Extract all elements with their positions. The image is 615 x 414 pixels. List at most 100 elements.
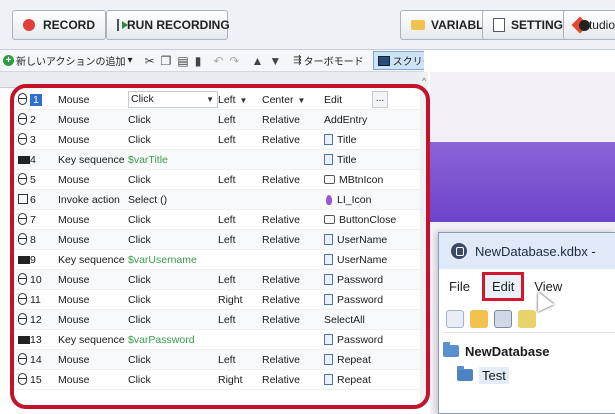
copy-icon[interactable]: ❐ xyxy=(158,54,175,68)
undo-icon[interactable]: ↶ xyxy=(210,54,226,68)
action-row[interactable]: 12 Mouse Click Left Relative SelectAll xyxy=(12,310,422,330)
screenshot-icon xyxy=(377,55,390,66)
click-position: Relative xyxy=(262,170,322,190)
record-button[interactable]: RECORD xyxy=(12,10,107,40)
action-value: Click xyxy=(128,210,218,230)
action-row[interactable]: 3 Mouse Click Left Relative Title xyxy=(12,130,422,150)
turbo-mode-button[interactable]: ⇶ ターボモード xyxy=(290,53,366,68)
action-row[interactable]: 7 Mouse Click Left Relative ButtonClose xyxy=(12,210,422,230)
click-position-text: Relative xyxy=(262,234,300,246)
record-icon xyxy=(23,19,35,31)
new-db-icon[interactable] xyxy=(446,309,464,328)
mouse-button: Right xyxy=(218,370,262,390)
add-icon: + xyxy=(3,55,14,66)
mouse-button-text: Left xyxy=(218,274,236,286)
open-folder-icon[interactable] xyxy=(470,309,488,328)
action-row[interactable]: 15 Mouse Click Right Relative Repeat xyxy=(12,370,422,390)
click-position-text: Relative xyxy=(262,374,300,386)
scroll-up-icon[interactable]: ^ xyxy=(422,76,426,86)
paste-icon[interactable]: ▤ xyxy=(174,54,191,68)
action-row[interactable]: 5 Mouse Click Left Relative MBtnIcon xyxy=(12,170,422,190)
action-row[interactable]: 13 Key sequence $varPassword Password xyxy=(12,330,422,350)
menu-view[interactable]: View xyxy=(524,279,572,294)
action-value-text: Click xyxy=(128,294,151,306)
save-icon[interactable] xyxy=(494,309,512,328)
arrow-down-icon[interactable]: ▼ xyxy=(266,54,284,68)
action-type: Mouse xyxy=(58,294,90,306)
action-row[interactable]: 11 Mouse Click Right Relative Password xyxy=(12,290,422,310)
add-action-button[interactable]: + 新しいアクションの追加 ▾ xyxy=(0,53,136,68)
action-type: Mouse xyxy=(58,274,90,286)
dropdown-arrow-icon[interactable]: ▼ xyxy=(240,91,248,110)
action-row[interactable]: 14 Mouse Click Left Relative Repeat xyxy=(12,350,422,370)
add-entry-icon[interactable] xyxy=(518,309,536,328)
arrow-up-icon[interactable]: ▲ xyxy=(248,54,266,68)
action-value: Click xyxy=(128,290,218,310)
step-number-text: 10 xyxy=(30,274,42,286)
action-type: Mouse xyxy=(58,354,90,366)
click-position-text: Relative xyxy=(262,314,300,326)
click-position: Relative xyxy=(262,290,322,310)
tree-child-node[interactable]: Test xyxy=(443,363,615,387)
action-type: Mouse xyxy=(58,314,90,326)
screenshot-button[interactable]: スクリーンショット xyxy=(372,51,424,70)
action-value: $varPassword xyxy=(128,330,218,350)
action-type: Mouse xyxy=(58,214,90,226)
target-name: AddEntry xyxy=(324,114,368,126)
studio-button[interactable]: Studio xyxy=(563,10,615,40)
step-number-text: 5 xyxy=(30,174,36,186)
action-row[interactable]: 6 Invoke action Select () LI_Icon xyxy=(12,190,422,210)
action-value-text: Click xyxy=(128,314,151,326)
action-row[interactable]: 8 Mouse Click Left Relative UserName xyxy=(12,230,422,250)
mouse-icon xyxy=(18,130,30,150)
action-row[interactable]: 4 Key sequence $varTitle Title xyxy=(12,150,422,170)
browse-target-button[interactable]: ... xyxy=(372,91,388,108)
trash-icon[interactable]: ▮ xyxy=(192,54,205,68)
action-row[interactable]: 1 Mouse Click ▼ Left ▼ Center ▼ Edit... xyxy=(12,90,422,110)
action-type: Mouse xyxy=(58,374,90,386)
studio-logo-icon xyxy=(574,17,590,33)
action-value: Click xyxy=(128,270,218,290)
run-recording-button[interactable]: RUN RECORDING xyxy=(106,10,230,40)
menu-edit[interactable]: Edit xyxy=(481,271,525,301)
mouse-button: Left xyxy=(218,130,262,150)
step-number: 4 xyxy=(30,150,52,170)
mouse-icon xyxy=(18,213,27,225)
scissors-icon[interactable]: ✂ xyxy=(142,54,158,68)
action-row[interactable]: 2 Mouse Click Left Relative AddEntry xyxy=(12,110,422,130)
desktop-background xyxy=(430,142,615,222)
action-row[interactable]: 10 Mouse Click Left Relative Password xyxy=(12,270,422,290)
dropdown-arrow-icon[interactable]: ▼ xyxy=(298,91,306,110)
click-position[interactable]: Center ▼ xyxy=(262,90,322,110)
target-element: Repeat xyxy=(324,370,420,390)
mouse-button-text: Left xyxy=(218,214,236,226)
invoke-icon xyxy=(18,190,30,210)
mouse-icon xyxy=(18,313,27,325)
mouse-button: Left xyxy=(218,230,262,250)
target-element: Password xyxy=(324,290,420,310)
target-name: UserName xyxy=(337,254,388,266)
click-position xyxy=(262,150,322,170)
step-number-text: 11 xyxy=(30,294,41,306)
action-value[interactable]: Click ▼ xyxy=(128,91,218,108)
mouse-button[interactable]: Left ▼ xyxy=(218,90,262,110)
redo-icon[interactable]: ↷ xyxy=(226,54,242,68)
target-element: AddEntry xyxy=(324,110,420,130)
step-number: 12 xyxy=(30,310,52,330)
menu-file[interactable]: File xyxy=(439,279,480,294)
target-element: SelectAll xyxy=(324,310,420,330)
mouse-button-text: Left xyxy=(218,234,236,246)
dropdown-arrow-icon[interactable]: ▼ xyxy=(206,92,214,107)
click-position: Relative xyxy=(262,230,322,250)
mouse-button-text: Left xyxy=(218,354,236,366)
step-number-text: 7 xyxy=(30,214,36,226)
target-element: LI_Icon xyxy=(324,190,420,210)
tree-root-node[interactable]: NewDatabase xyxy=(443,339,615,363)
mouse-icon xyxy=(18,373,27,385)
step-number-text: 1 xyxy=(30,94,42,106)
vertical-scrollbar[interactable] xyxy=(420,72,428,402)
step-number-text: 6 xyxy=(30,194,36,206)
target-name: SelectAll xyxy=(324,314,365,326)
main-toolbar: RECORD RUN RECORDING VARIABLES... SETTIN… xyxy=(0,0,615,50)
action-row[interactable]: 9 Key sequence $varUsername UserName xyxy=(12,250,422,270)
